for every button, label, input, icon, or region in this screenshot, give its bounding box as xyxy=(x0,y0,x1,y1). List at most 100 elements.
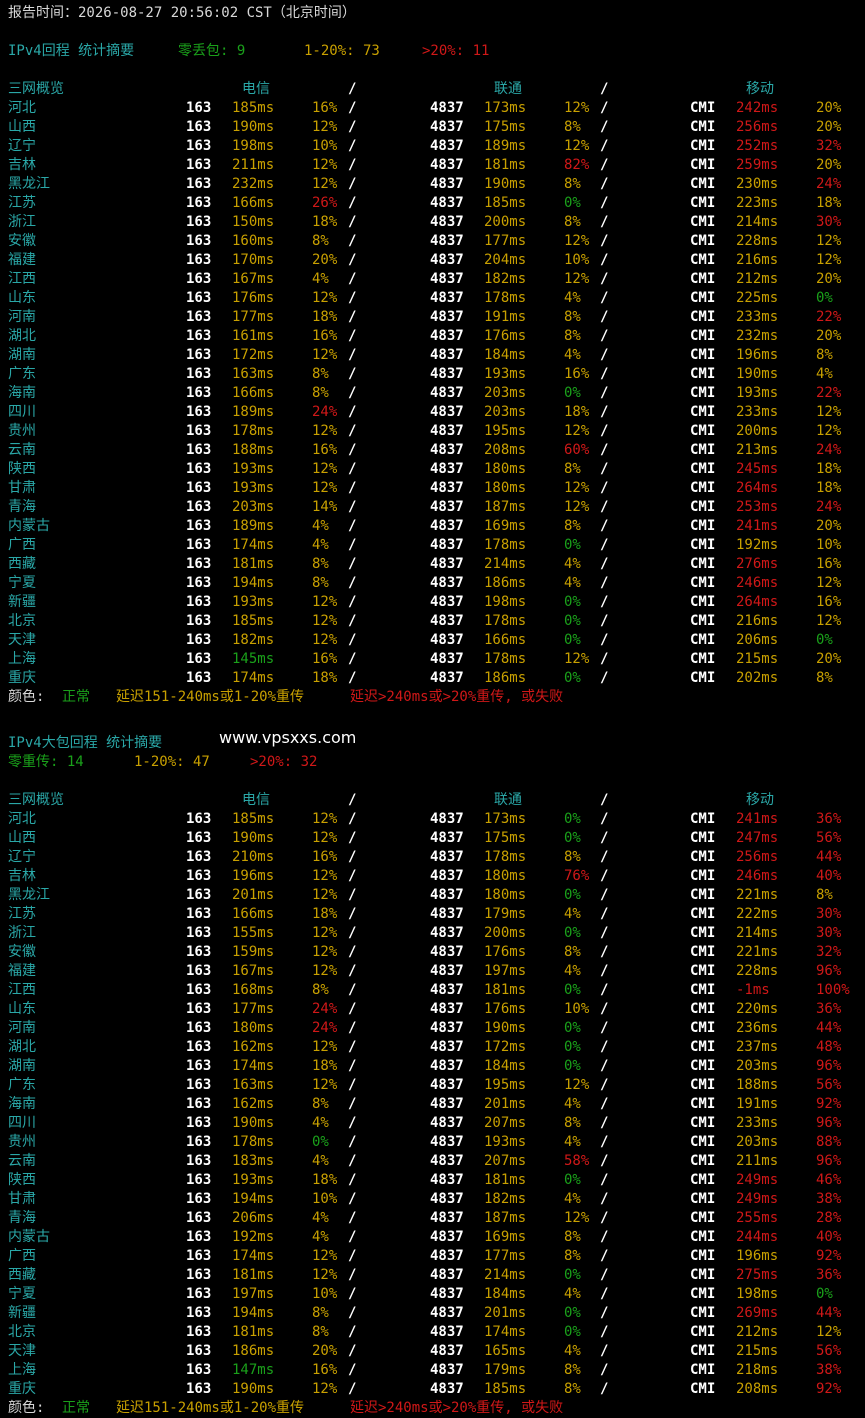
telecom-asn: 163 xyxy=(186,499,212,515)
mobile-asn: CMI xyxy=(690,404,716,420)
telecom-loss: 8% xyxy=(312,1305,329,1321)
telecom-latency: 177ms xyxy=(232,1001,275,1017)
mobile-asn: CMI xyxy=(690,1229,716,1245)
unicom-asn: 4837 xyxy=(430,1096,464,1112)
region: 上海 xyxy=(8,1362,36,1378)
row-separator: / xyxy=(348,271,357,287)
table-row: 浙江 163 155ms 12% 4837 200ms 0% CMI 214ms 30% / / xyxy=(0,924,865,943)
unicom-asn: 4837 xyxy=(430,1039,464,1055)
row-separator: / xyxy=(600,632,609,648)
unicom-loss: 8% xyxy=(564,849,581,865)
row-separator: / xyxy=(600,887,609,903)
unicom-latency: 174ms xyxy=(484,1324,527,1340)
mobile-latency: 220ms xyxy=(736,1001,779,1017)
telecom-latency: 201ms xyxy=(232,887,275,903)
telecom-asn: 163 xyxy=(186,1020,212,1036)
mobile-asn: CMI xyxy=(690,1324,716,1340)
mobile-latency: 255ms xyxy=(736,1210,779,1226)
summary-line: IPv4回程 统计摘要 零丢包: 9 1-20%: 73 >20%: 11 xyxy=(0,42,865,61)
telecom-latency: 185ms xyxy=(232,811,275,827)
telecom-asn: 163 xyxy=(186,811,212,827)
row-separator: / xyxy=(348,1210,357,1226)
table-row: 青海 163 203ms 14% 4837 187ms 12% CMI 253ms 24% / / xyxy=(0,498,865,517)
row-separator: / xyxy=(600,1248,609,1264)
mobile-asn: CMI xyxy=(690,1115,716,1131)
row-separator: / xyxy=(348,1134,357,1150)
row-separator: / xyxy=(348,925,357,941)
mobile-latency: 203ms xyxy=(736,1134,779,1150)
header-sep: / xyxy=(600,792,609,808)
header-telecom: 电信 xyxy=(242,792,270,808)
row-separator: / xyxy=(348,1172,357,1188)
mobile-asn: CMI xyxy=(690,252,716,268)
unicom-loss: 4% xyxy=(564,1134,581,1150)
unicom-asn: 4837 xyxy=(430,1229,464,1245)
mobile-latency: 253ms xyxy=(736,499,779,515)
mobile-loss: 22% xyxy=(816,385,842,401)
unicom-asn: 4837 xyxy=(430,537,464,553)
telecom-asn: 163 xyxy=(186,195,212,211)
unicom-latency: 201ms xyxy=(484,1305,527,1321)
telecom-asn: 163 xyxy=(186,100,212,116)
telecom-latency: 166ms xyxy=(232,385,275,401)
unicom-asn: 4837 xyxy=(430,1191,464,1207)
mobile-latency: 215ms xyxy=(736,1343,779,1359)
mobile-latency: 198ms xyxy=(736,1286,779,1302)
telecom-loss: 4% xyxy=(312,1153,329,1169)
row-separator: / xyxy=(600,480,609,496)
row-separator: / xyxy=(348,613,357,629)
unicom-latency: 181ms xyxy=(484,157,527,173)
unicom-asn: 4837 xyxy=(430,868,464,884)
telecom-asn: 163 xyxy=(186,366,212,382)
telecom-latency: 172ms xyxy=(232,347,275,363)
mobile-latency: 269ms xyxy=(736,1305,779,1321)
mobile-latency: 233ms xyxy=(736,1115,779,1131)
legend-item: 延迟151-240ms或1-20%重传 xyxy=(116,1400,305,1416)
table-row: 广西 163 174ms 12% 4837 177ms 8% CMI 196ms 92% / / xyxy=(0,1247,865,1266)
region: 山西 xyxy=(8,119,36,135)
region: 新疆 xyxy=(8,594,36,610)
unicom-asn: 4837 xyxy=(430,309,464,325)
unicom-loss: 8% xyxy=(564,1362,581,1378)
telecom-loss: 10% xyxy=(312,138,338,154)
region: 福建 xyxy=(8,252,36,268)
mobile-latency: -1ms xyxy=(736,982,770,998)
region: 湖北 xyxy=(8,328,36,344)
table-row: 江西 163 168ms 8% 4837 181ms 0% CMI -1ms 100% / / xyxy=(0,981,865,1000)
row-separator: / xyxy=(348,214,357,230)
telecom-asn: 163 xyxy=(186,670,212,686)
telecom-latency: 193ms xyxy=(232,480,275,496)
unicom-latency: 203ms xyxy=(484,385,527,401)
unicom-loss: 0% xyxy=(564,925,581,941)
row-separator: / xyxy=(348,347,357,363)
mobile-latency: 196ms xyxy=(736,1248,779,1264)
telecom-latency: 193ms xyxy=(232,1172,275,1188)
row-separator: / xyxy=(600,1305,609,1321)
row-separator: / xyxy=(348,518,357,534)
row-separator: / xyxy=(600,868,609,884)
summary-counts: 零重传: 14 1-20%: 47 >20%: 32 xyxy=(0,753,865,772)
mobile-latency: 200ms xyxy=(736,423,779,439)
unicom-latency: 195ms xyxy=(484,423,527,439)
mobile-loss: 20% xyxy=(816,119,842,135)
row-separator: / xyxy=(600,214,609,230)
telecom-latency: 174ms xyxy=(232,670,275,686)
mobile-asn: CMI xyxy=(690,1381,716,1397)
table-row: 山东 163 176ms 12% 4837 178ms 4% CMI 225ms 0% / / xyxy=(0,289,865,308)
unicom-loss: 0% xyxy=(564,811,581,827)
telecom-asn: 163 xyxy=(186,309,212,325)
mobile-loss: 0% xyxy=(816,1286,833,1302)
summary-item: 1-20%: 73 xyxy=(304,43,380,59)
row-separator: / xyxy=(348,887,357,903)
header-sep: / xyxy=(600,81,609,97)
row-separator: / xyxy=(348,811,357,827)
telecom-latency: 203ms xyxy=(232,499,275,515)
unicom-latency: 191ms xyxy=(484,309,527,325)
row-separator: / xyxy=(600,849,609,865)
region: 吉林 xyxy=(8,868,36,884)
summary-item: >20%: 11 xyxy=(422,43,490,59)
unicom-asn: 4837 xyxy=(430,963,464,979)
mobile-loss: 28% xyxy=(816,1210,842,1226)
row-separator: / xyxy=(348,499,357,515)
unicom-latency: 175ms xyxy=(484,830,527,846)
